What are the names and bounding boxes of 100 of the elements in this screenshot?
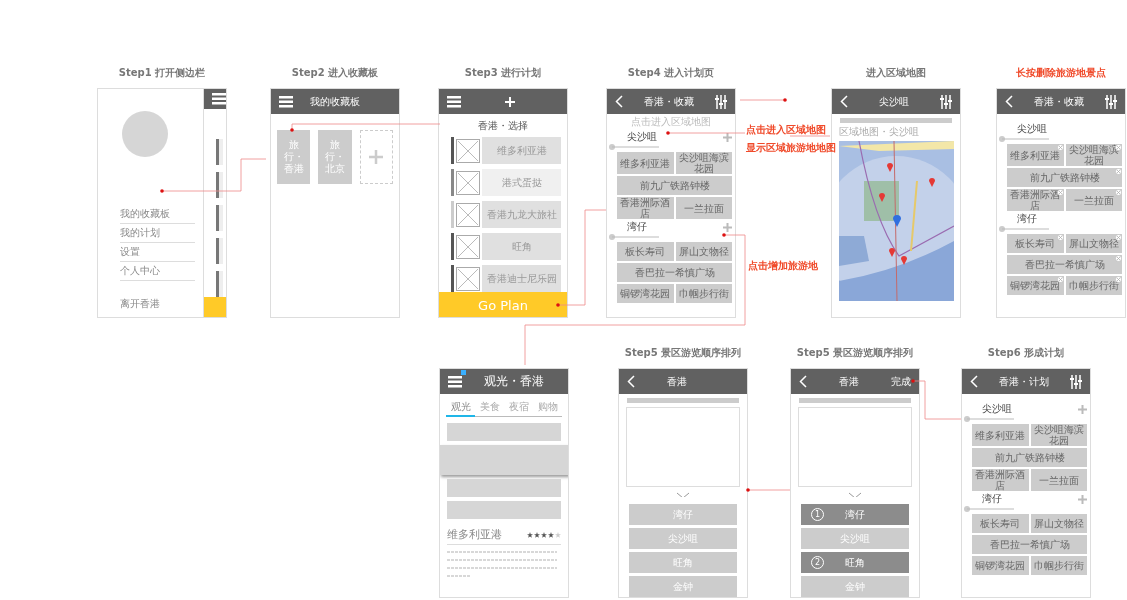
list-item-edge — [216, 139, 223, 166]
category-tab[interactable]: 夜宿 — [504, 400, 533, 417]
spot-tile[interactable]: 板长寿司 — [617, 242, 674, 261]
back-icon[interactable] — [615, 95, 623, 108]
spot-tile[interactable]: 屏山文物径 — [1030, 514, 1087, 533]
area-name[interactable]: 湾仔 — [1017, 212, 1037, 226]
category-tab[interactable]: 购物 — [533, 400, 562, 417]
spot-tile[interactable]: 香港洲际酒店 — [1007, 189, 1064, 211]
list-item-edge — [216, 271, 223, 298]
timeline-line — [964, 416, 1014, 422]
double-chevron-icon[interactable] — [676, 492, 690, 497]
menu-item[interactable]: 我的收藏板 — [120, 205, 195, 224]
spot-tile[interactable]: 铜锣湾花园 — [617, 284, 674, 303]
list-item-edge — [216, 172, 223, 199]
timeline-line — [999, 226, 1049, 232]
spot-tile[interactable]: 板长寿司 — [972, 514, 1029, 533]
area-name[interactable]: 尖沙咀 — [627, 130, 657, 144]
image-placeholder-icon — [456, 202, 480, 227]
screen-caption: Step1 打开侧边栏 — [117, 66, 207, 80]
screen-caption: Step5 景区游览顺序排列 — [623, 346, 743, 360]
annotation-text: 显示区域旅游地地图 — [746, 141, 836, 155]
stop-item[interactable]: 1 湾仔 — [801, 504, 909, 525]
screen-caption: Step6 形成计划 — [986, 346, 1066, 360]
place-name: 维多利亚港 — [447, 527, 502, 542]
place-item[interactable]: 港式蛋挞 — [482, 169, 561, 196]
screen-caption: 进入区域地图 — [865, 66, 927, 80]
menu-item[interactable]: 个人中心 — [120, 262, 195, 281]
category-tab[interactable]: 美食 — [475, 400, 504, 417]
menu-icon[interactable] — [448, 375, 462, 388]
image-placeholder-icon — [456, 138, 480, 163]
spot-tile[interactable]: 板长寿司 — [1007, 234, 1064, 253]
menu-icon[interactable] — [212, 93, 226, 105]
menu-item[interactable]: 设置 — [120, 243, 195, 262]
spot-tile[interactable]: 香港洲际酒店 — [972, 469, 1029, 491]
place-item[interactable]: 旺角 — [482, 233, 561, 260]
back-icon[interactable] — [840, 95, 848, 108]
place-item[interactable]: 香港迪士尼乐园 — [482, 265, 561, 292]
spot-tile[interactable]: 巾帼步行街 — [675, 284, 732, 303]
spot-tile[interactable]: 前九广铁路钟楼 — [617, 176, 732, 195]
spot-tile[interactable]: 尖沙咀海滨花园 — [1065, 144, 1122, 166]
spot-tile[interactable]: 屏山文物径 — [675, 242, 732, 261]
spot-tile[interactable]: 维多利亚港 — [1007, 144, 1064, 166]
filter-icon[interactable] — [1105, 94, 1117, 109]
annotation-text: 点击增加旅游地 — [748, 259, 818, 273]
delete-icon[interactable] — [1115, 276, 1122, 283]
list-item-edge — [216, 238, 223, 265]
spot-tile[interactable]: 维多利亚港 — [972, 424, 1029, 446]
screen-title: 尖沙咀 — [878, 94, 910, 109]
area-name[interactable]: 湾仔 — [627, 220, 647, 234]
leave-link[interactable]: 离开香港 — [120, 297, 195, 311]
screen-title: 香港・计划 — [998, 374, 1050, 389]
stop-item[interactable]: 2 旺角 — [801, 552, 909, 573]
spot-tile[interactable]: 香港洲际酒店 — [617, 197, 674, 219]
spot-tile[interactable]: 巾帼步行街 — [1065, 276, 1122, 295]
spot-tile[interactable]: 铜锣湾花园 — [1007, 276, 1064, 295]
done-button[interactable]: 完成 — [891, 374, 911, 389]
delete-icon[interactable] — [1115, 234, 1122, 241]
delete-icon[interactable] — [1056, 276, 1064, 283]
spot-tile[interactable]: 尖沙咀海滨花园 — [675, 152, 732, 174]
image-placeholder-icon — [456, 170, 480, 195]
spot-tile[interactable]: 维多利亚港 — [617, 152, 674, 174]
screen-caption: 长按删除旅游地景点 — [1015, 66, 1107, 80]
connector-line — [746, 488, 791, 492]
screen-caption: Step4 进入计划页 — [626, 66, 716, 80]
list-item-edge — [216, 205, 223, 232]
double-chevron-icon[interactable] — [848, 492, 862, 497]
image-placeholder-icon — [456, 266, 480, 291]
menu-item[interactable]: 我的计划 — [120, 224, 195, 243]
avatar — [122, 111, 168, 157]
timeline-line — [999, 136, 1049, 142]
back-icon[interactable] — [627, 375, 635, 388]
filter-icon[interactable] — [715, 94, 727, 109]
filter-icon[interactable] — [1070, 374, 1082, 389]
back-icon[interactable] — [970, 375, 978, 388]
menu-icon[interactable] — [279, 95, 293, 108]
connector-line — [911, 379, 962, 420]
timeline-line — [609, 144, 659, 150]
spot-tile[interactable]: 尖沙咀海滨花园 — [1030, 424, 1087, 446]
screen-title: 我的收藏板 — [309, 94, 361, 109]
spot-tile[interactable]: 前九广铁路钟楼 — [972, 448, 1087, 467]
spot-tile[interactable]: 前九广铁路钟楼 — [1007, 168, 1122, 187]
annotation-text: 点击进入区域地图 — [746, 123, 826, 137]
menu-icon[interactable] — [447, 95, 461, 108]
area-name[interactable]: 湾仔 — [982, 492, 1002, 506]
screen-title: 香港・收藏 — [643, 94, 695, 109]
filter-icon[interactable] — [940, 94, 952, 109]
breadcrumb: 区域地图・尖沙咀 — [838, 125, 920, 139]
area-name[interactable]: 尖沙咀 — [982, 402, 1012, 416]
place-item[interactable]: 维多利亚港 — [482, 137, 561, 164]
spot-tile[interactable]: 屏山文物径 — [1065, 234, 1122, 253]
back-icon[interactable] — [1005, 95, 1013, 108]
list-title: 香港・选择 — [477, 119, 529, 133]
category-tab[interactable]: 观光 — [446, 400, 475, 417]
screen-caption: Step2 进入收藏板 — [290, 66, 380, 80]
place-item[interactable]: 香港九龙大旅社 — [482, 201, 561, 228]
add-icon — [369, 150, 384, 164]
spot-tile[interactable]: 铜锣湾花园 — [972, 556, 1029, 575]
back-icon[interactable] — [799, 375, 807, 388]
spot-tile[interactable]: 巾帼步行街 — [1030, 556, 1087, 575]
area-name[interactable]: 尖沙咀 — [1017, 122, 1047, 136]
